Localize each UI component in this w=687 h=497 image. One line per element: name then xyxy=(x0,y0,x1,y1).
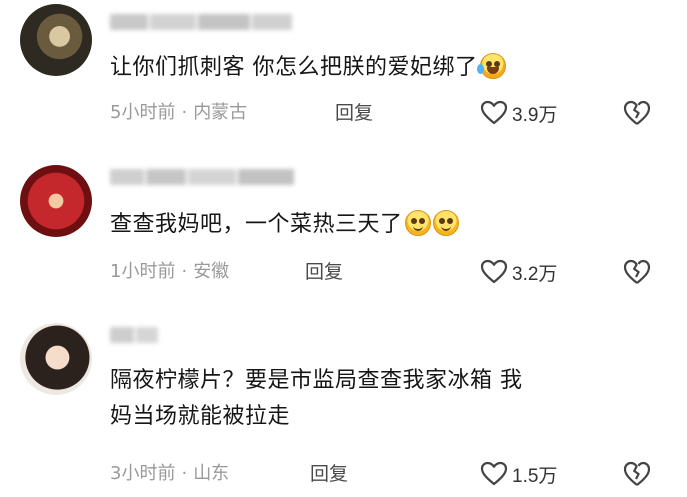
broken-heart-icon[interactable] xyxy=(622,460,652,488)
smile-icon xyxy=(404,210,431,236)
comment-meta: 5小时前 · 内蒙古 xyxy=(110,102,248,123)
broken-heart-icon[interactable] xyxy=(622,99,652,127)
comment-item: 让你们抓刺客 你怎么把朕的爱妃绑了 5小时前 · 内蒙古 回复 3.9万 xyxy=(0,0,687,165)
comment-location: 安徽 xyxy=(193,261,230,282)
heart-icon[interactable] xyxy=(480,259,508,285)
like-count: 3.9万 xyxy=(512,104,558,126)
username-blurred[interactable] xyxy=(110,169,296,185)
like-count: 1.5万 xyxy=(512,465,558,487)
comment-location: 内蒙古 xyxy=(193,102,248,123)
comment-time: 1小时前 xyxy=(110,261,176,282)
avatar[interactable] xyxy=(20,165,92,237)
comment-location: 山东 xyxy=(193,463,230,484)
comment-text: 查查我妈吧，一个菜热三天了 xyxy=(110,207,670,243)
like-count: 3.2万 xyxy=(512,263,558,285)
comment-text: 让你们抓刺客 你怎么把朕的爱妃绑了 xyxy=(110,50,670,86)
comment-item: 查查我妈吧，一个菜热三天了 1小时前 · 安徽 回复 3.2万 xyxy=(0,165,687,315)
comment-meta: 1小时前 · 安徽 xyxy=(110,261,230,282)
comment-text: 隔夜柠檬片？要是市监局查查我家冰箱 我 妈当场就能被拉走 xyxy=(110,368,523,429)
like-button[interactable]: 1.5万 xyxy=(480,460,557,488)
reply-button[interactable]: 回复 xyxy=(335,101,373,125)
heart-icon[interactable] xyxy=(480,100,508,126)
reply-button[interactable]: 回复 xyxy=(305,260,343,284)
username-blurred[interactable] xyxy=(110,14,294,30)
heart-icon[interactable] xyxy=(480,461,508,487)
like-button[interactable]: 3.2万 xyxy=(480,258,557,286)
comment-item: 隔夜柠檬片？要是市监局查查我家冰箱 我 妈当场就能被拉走 3小时前 · 山东 回复 … xyxy=(0,315,687,497)
comment-time: 5小时前 xyxy=(110,102,176,123)
comment-time: 3小时前 xyxy=(110,463,176,484)
comment-meta: 3小时前 · 山东 xyxy=(110,463,230,484)
username-blurred[interactable] xyxy=(110,327,160,343)
avatar[interactable] xyxy=(20,4,92,76)
laugh-with-tears-icon xyxy=(476,53,506,79)
like-button[interactable]: 3.9万 xyxy=(480,99,557,127)
reply-button[interactable]: 回复 xyxy=(310,462,348,486)
broken-heart-icon[interactable] xyxy=(622,258,652,286)
avatar[interactable] xyxy=(20,323,92,395)
smile-icon xyxy=(432,210,459,236)
